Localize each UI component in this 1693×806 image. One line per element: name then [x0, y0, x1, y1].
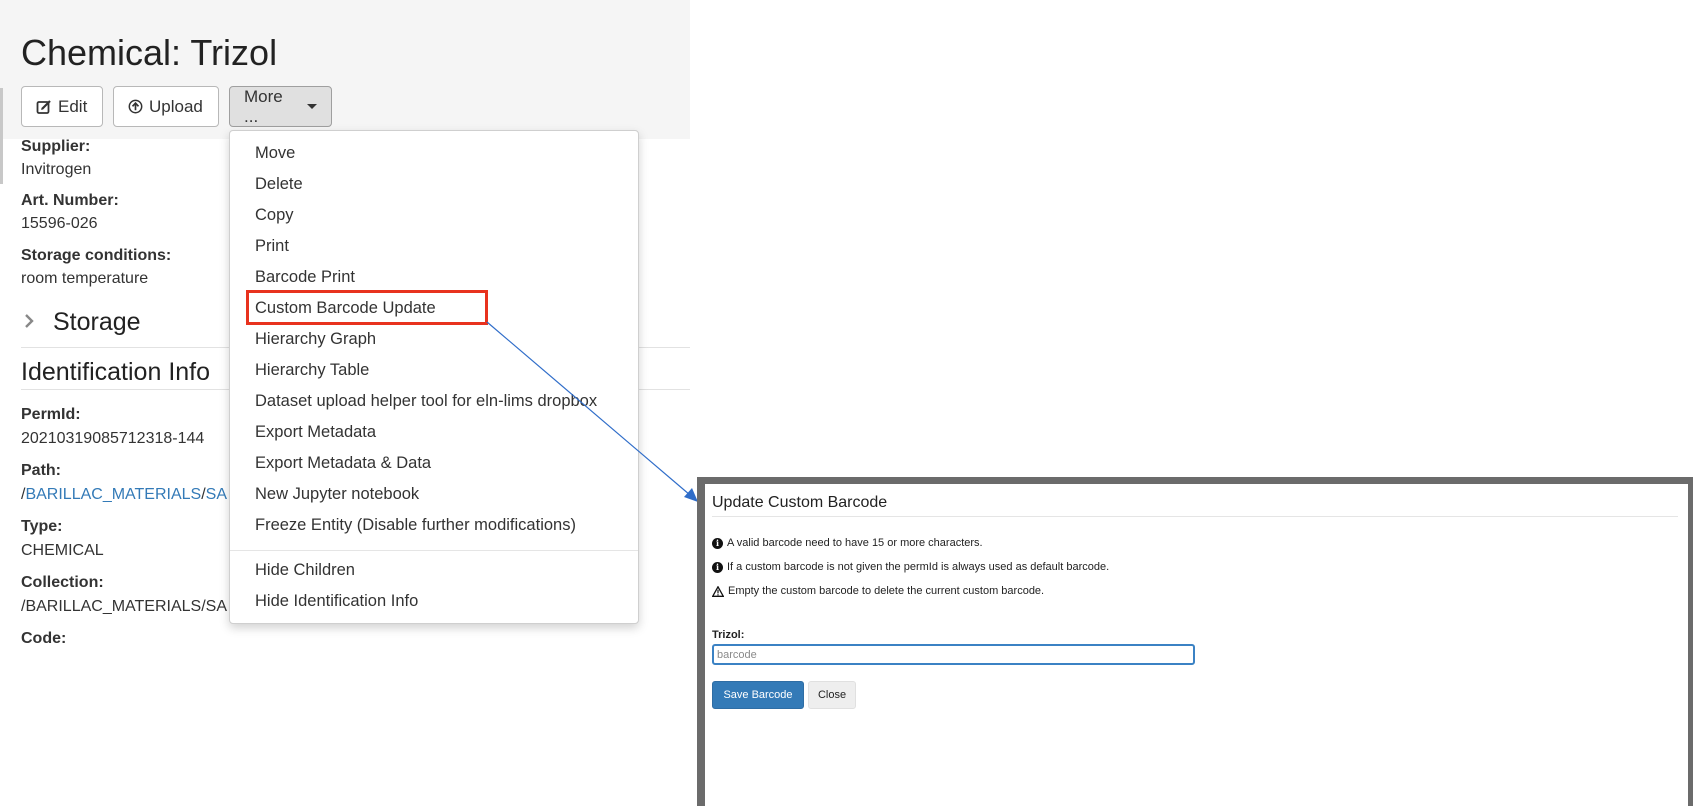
close-button[interactable]: Close [808, 681, 856, 709]
art-number-value: 15596-026 [21, 215, 98, 232]
more-button-label: More ... [244, 86, 283, 126]
identification-section-title: Identification Info [21, 358, 211, 386]
path-label: Path: [21, 462, 61, 479]
edit-button-label: Edit [58, 96, 88, 116]
menu-item-hide-identification-info[interactable]: Hide Identification Info [255, 592, 418, 611]
menu-item-hide-children[interactable]: Hide Children [255, 561, 355, 580]
barcode-field-label: Trizol: [712, 629, 745, 641]
type-label: Type: [21, 518, 63, 535]
supplier-label: Supplier: [21, 138, 91, 155]
note-text: If a custom barcode is not given the per… [727, 561, 1110, 573]
modal-divider [712, 516, 1678, 517]
edit-icon [36, 99, 51, 114]
more-dropdown-button[interactable]: More ... [229, 86, 332, 127]
info-icon: i [712, 561, 723, 573]
menu-item-delete[interactable]: Delete [255, 175, 303, 194]
page-title: Chemical: Trizol [21, 32, 278, 73]
path-value: /BARILLAC_MATERIALS/SA [21, 486, 227, 504]
modal-title: Update Custom Barcode [712, 494, 888, 511]
menu-item-hierarchy-table[interactable]: Hierarchy Table [255, 361, 369, 380]
note-default-barcode: i If a custom barcode is not given the p… [712, 561, 1109, 573]
info-icon: i [712, 537, 723, 549]
left-border [0, 88, 3, 184]
menu-item-print[interactable]: Print [255, 237, 289, 256]
note-text: Empty the custom barcode to delete the c… [728, 585, 1045, 597]
storage-conditions-value: room temperature [21, 270, 149, 287]
upload-icon [128, 99, 143, 114]
permid-value: 20210319085712318-144 [21, 430, 205, 447]
menu-item-dataset-upload-helper[interactable]: Dataset upload helper tool for eln-lims … [255, 392, 597, 411]
barcode-input[interactable] [712, 644, 1195, 665]
menu-item-barcode-print[interactable]: Barcode Print [255, 268, 355, 287]
menu-item-export-metadata[interactable]: Export Metadata [255, 423, 376, 442]
storage-section-title[interactable]: Storage [53, 308, 141, 337]
upload-button[interactable]: Upload [113, 86, 219, 127]
highlight-annotation-box [246, 290, 488, 325]
menu-item-freeze-entity[interactable]: Freeze Entity (Disable further modificat… [255, 516, 576, 535]
menu-item-new-jupyter-notebook[interactable]: New Jupyter notebook [255, 485, 419, 504]
caret-down-icon [307, 104, 317, 109]
warning-icon [712, 585, 724, 597]
chevron-right-icon[interactable] [24, 313, 34, 329]
more-dropdown-menu: Move Delete Copy Print Barcode Print Cus… [229, 130, 639, 624]
collection-value: /BARILLAC_MATERIALS/SA [21, 598, 227, 615]
menu-item-hierarchy-graph[interactable]: Hierarchy Graph [255, 330, 376, 349]
menu-item-move[interactable]: Move [255, 144, 295, 163]
permid-label: PermId: [21, 406, 81, 423]
code-label: Code: [21, 630, 67, 644]
menu-item-export-metadata-data[interactable]: Export Metadata & Data [255, 454, 431, 473]
type-value: CHEMICAL [21, 542, 104, 559]
edit-button[interactable]: Edit [21, 86, 103, 127]
note-text: A valid barcode need to have 15 or more … [727, 537, 983, 549]
art-number-label: Art. Number: [21, 192, 119, 209]
note-min-length: i A valid barcode need to have 15 or mor… [712, 537, 983, 549]
upload-button-label: Upload [149, 96, 203, 116]
note-delete-barcode: Empty the custom barcode to delete the c… [712, 585, 1044, 597]
collection-label: Collection: [21, 574, 104, 591]
path-link-materials[interactable]: BARILLAC_MATERIALS [25, 486, 201, 503]
menu-divider [230, 550, 638, 551]
menu-item-copy[interactable]: Copy [255, 206, 294, 225]
supplier-value: Invitrogen [21, 161, 92, 178]
path-link-space[interactable]: SA [206, 486, 227, 503]
storage-conditions-label: Storage conditions: [21, 247, 172, 264]
save-barcode-button[interactable]: Save Barcode [712, 681, 804, 709]
